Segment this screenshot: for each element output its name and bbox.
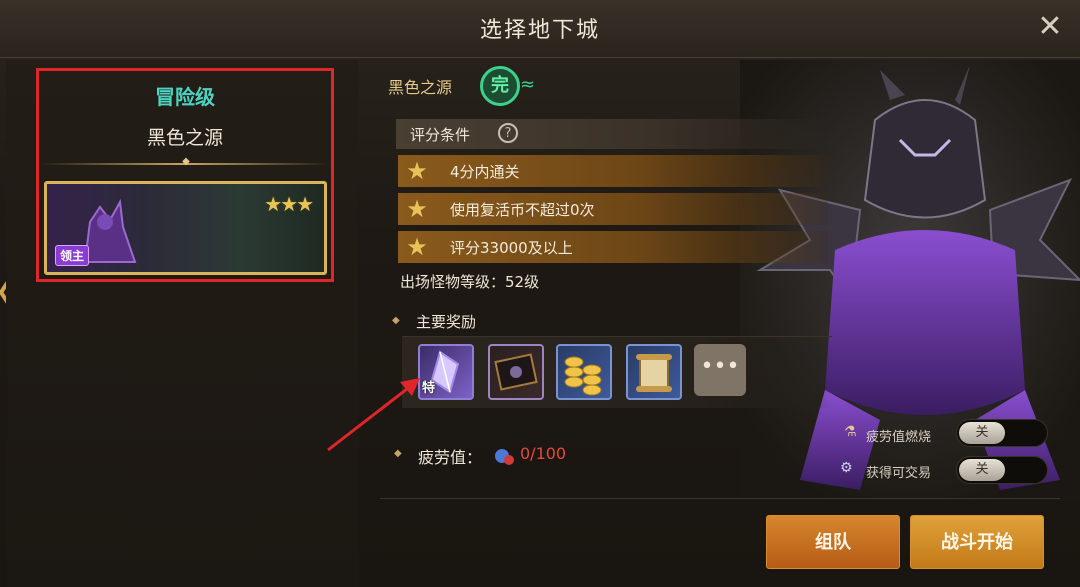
score-conditions-header: 评分条件 ? <box>396 119 826 149</box>
rating-stars: ★★★ <box>264 192 314 216</box>
team-up-button[interactable]: 组队 <box>766 515 900 569</box>
reward-card[interactable] <box>488 344 544 400</box>
score-conditions-label: 评分条件 <box>410 126 471 144</box>
trade-icon: ⚙ <box>840 460 853 476</box>
close-button[interactable]: ✕ <box>1034 12 1066 44</box>
fatigue-burn-label: 疲劳值燃烧 <box>866 430 932 445</box>
detail-dungeon-name: 黑色之源 <box>388 78 453 97</box>
difficulty-label: 冒险级 <box>155 85 215 109</box>
dungeon-card[interactable]: 冒险级 黑色之源 ◆ ★★★ 领主 <box>36 68 334 282</box>
monster-level-text: 出场怪物等级：52级 <box>400 273 540 291</box>
star-icon: ★ <box>406 195 428 223</box>
tradable-label: 获得可交易 <box>866 466 932 481</box>
title-bar: 选择地下城 ✕ <box>0 0 1080 58</box>
annotation-arrow-icon <box>327 378 420 452</box>
score-condition-row: ★ 评分33000及以上 <box>398 231 828 263</box>
more-rewards-button[interactable]: ••• <box>694 344 746 396</box>
toggle-state: 关 <box>959 422 1005 444</box>
score-condition-row: ★ 使用复活币不超过0次 <box>398 193 828 225</box>
main-rewards-label: 主要奖励 <box>416 313 477 331</box>
completed-stamp-icon: 完 <box>480 66 520 106</box>
boss-badge: 领主 <box>55 245 90 266</box>
bullet-diamond-icon: ◆ <box>392 315 400 326</box>
score-condition-text: 使用复活币不超过0次 <box>450 201 595 219</box>
fatigue-value: 0/100 <box>520 444 567 463</box>
toggle-state: 关 <box>959 459 1005 481</box>
dungeon-name: 黑色之源 <box>146 127 223 149</box>
divider-gem-icon: ◆ <box>182 156 190 167</box>
window-title: 选择地下城 <box>479 18 600 43</box>
fatigue-burn-toggle[interactable]: 关 <box>956 419 1048 447</box>
stamp-swoosh-icon: ≈ <box>520 74 536 95</box>
fatigue-icon <box>495 449 514 465</box>
card-icon <box>494 353 538 391</box>
divider <box>380 498 1060 499</box>
tradable-toggle[interactable]: 关 <box>956 456 1048 484</box>
gold-coins-icon <box>564 356 602 396</box>
star-icon: ★ <box>406 233 428 261</box>
potion-icon: ⚗ <box>844 424 857 440</box>
dungeon-select-screen: 选择地下城 ✕ ❯ ❯ 冒险级 黑色之源 ◆ ★★★ 领主 <box>0 0 1080 587</box>
score-condition-text: 4分内通关 <box>450 163 520 181</box>
help-icon[interactable]: ? <box>498 123 518 143</box>
start-battle-button[interactable]: 战斗开始 <box>910 515 1044 569</box>
star-icon: ★ <box>406 157 428 185</box>
scroll-icon <box>636 354 672 392</box>
reward-scroll[interactable] <box>626 344 682 400</box>
dungeon-thumbnail[interactable]: ★★★ 领主 <box>44 181 327 275</box>
score-condition-text: 评分33000及以上 <box>450 239 573 257</box>
score-condition-row: ★ 4分内通关 <box>398 155 828 187</box>
reward-gold[interactable] <box>556 344 612 400</box>
